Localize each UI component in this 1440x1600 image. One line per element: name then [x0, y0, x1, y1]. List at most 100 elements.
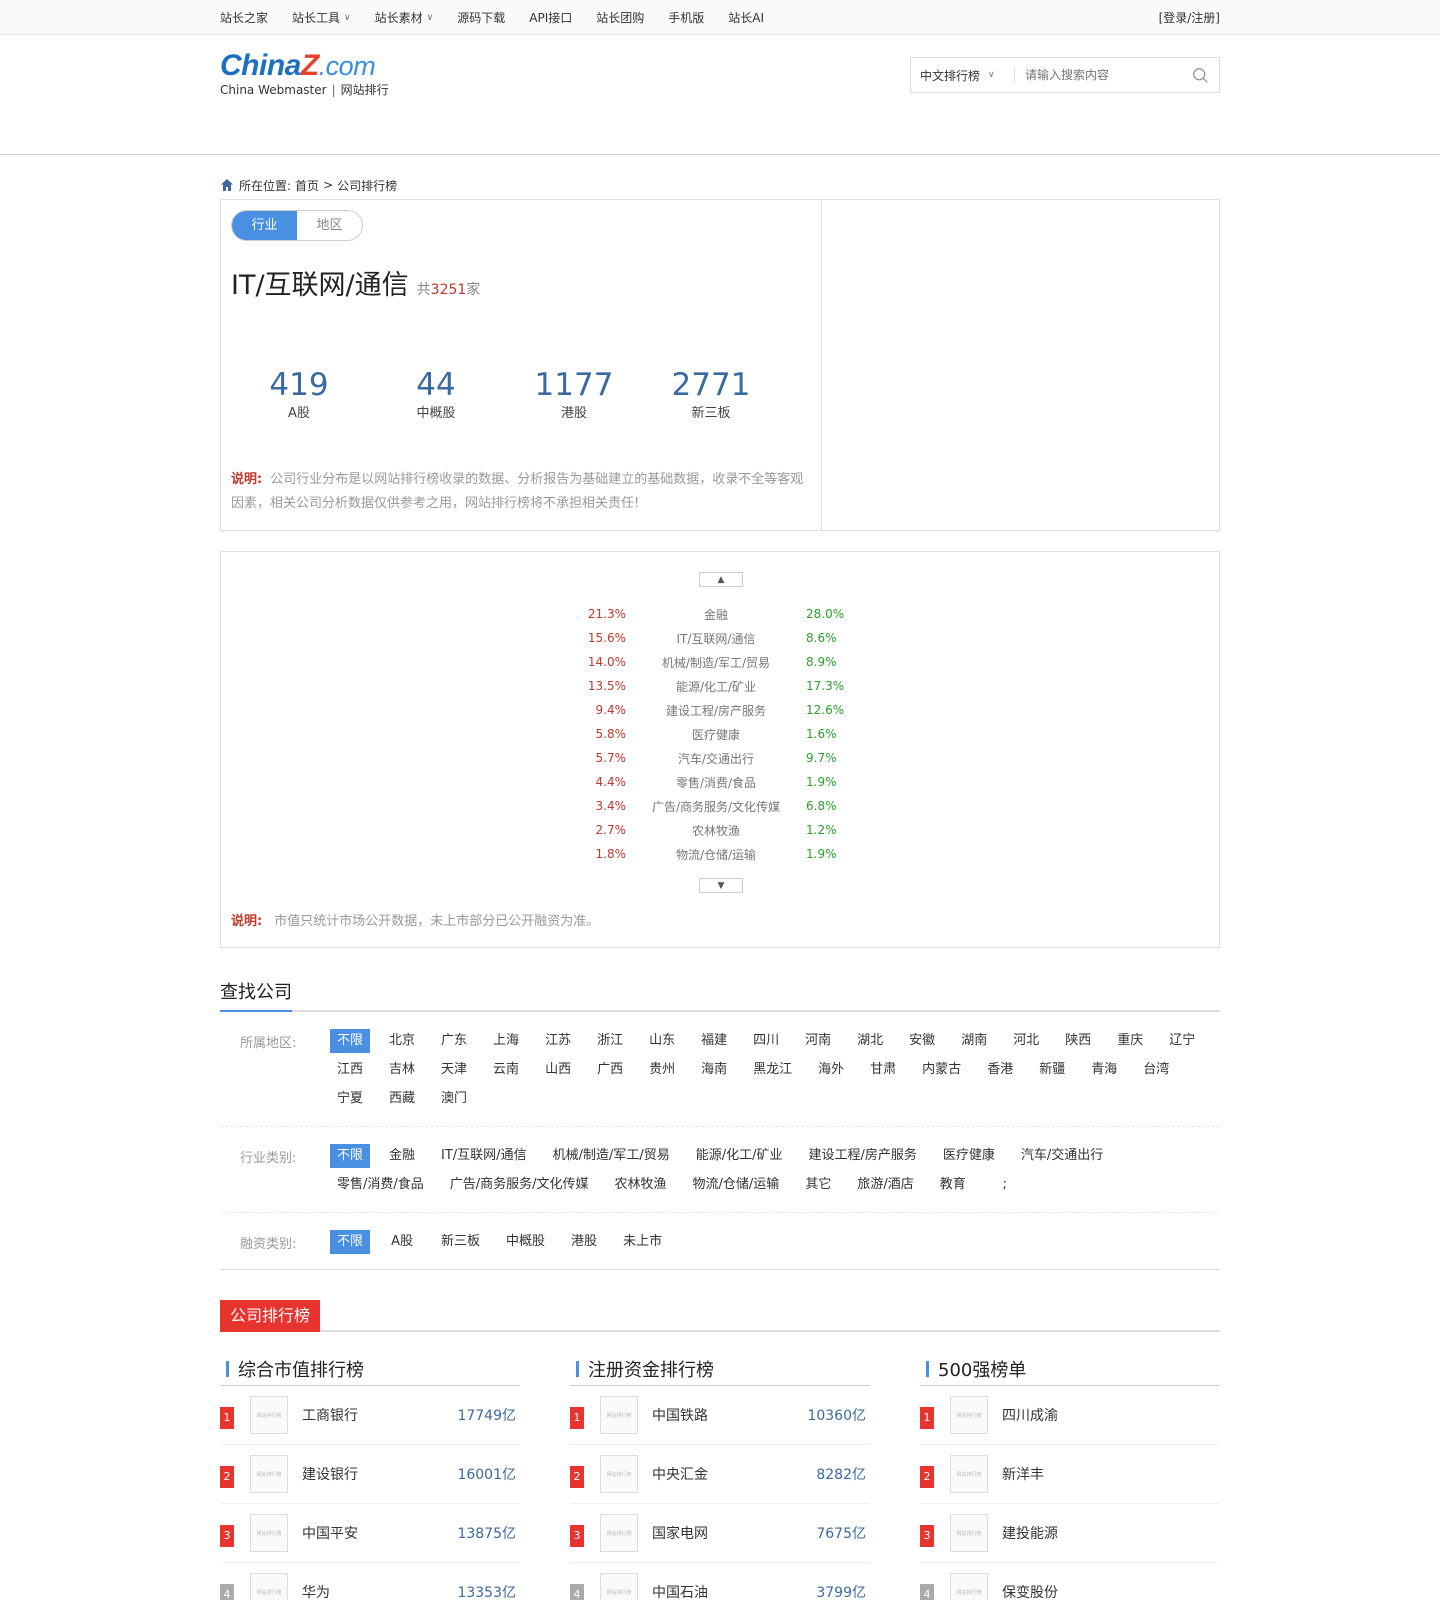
top-nav-item[interactable]: 站长之家	[220, 9, 268, 26]
region-option[interactable]: 四川	[746, 1029, 786, 1053]
distribution-row[interactable]: 13.5% 能源/化工/矿业 17.3%	[521, 674, 861, 698]
region-option[interactable]: 海南	[694, 1058, 734, 1082]
distribution-row[interactable]: 5.8% 医疗健康 1.6%	[521, 722, 861, 746]
industry-option[interactable]: 广告/商务服务/文化传媒	[443, 1173, 596, 1197]
region-option[interactable]: 湖北	[850, 1029, 890, 1053]
industry-option[interactable]: 金融	[382, 1144, 422, 1168]
region-option[interactable]: 吉林	[382, 1058, 422, 1082]
ranking-row[interactable]: 4 网站排行榜 中国石油 3799亿	[570, 1563, 870, 1600]
region-option[interactable]: 陕西	[1058, 1029, 1098, 1053]
search-icon[interactable]	[1192, 67, 1209, 84]
company-name[interactable]: 中央汇金	[652, 1464, 708, 1484]
region-option[interactable]: 福建	[694, 1029, 734, 1053]
industry-option[interactable]: 医疗健康	[936, 1144, 1002, 1168]
ranking-row[interactable]: 3 网站排行榜 中国平安 13875亿	[220, 1504, 520, 1563]
finance-option[interactable]: 港股	[564, 1230, 604, 1254]
distribution-row[interactable]: 3.4% 广告/商务服务/文化传媒 6.8%	[521, 794, 861, 818]
ranking-row[interactable]: 3 网站排行榜 建投能源	[920, 1504, 1220, 1563]
region-option[interactable]: 云南	[486, 1058, 526, 1082]
ranking-row[interactable]: 2 网站排行榜 新洋丰	[920, 1445, 1220, 1504]
region-option[interactable]: 香港	[980, 1058, 1020, 1082]
stat-item[interactable]: 1177 港股	[514, 368, 634, 421]
chinaz-logo[interactable]: ChinaZ.com China Webmaster | 网站排行	[220, 49, 389, 98]
region-option[interactable]: 青海	[1084, 1058, 1124, 1082]
stat-item[interactable]: 419 A股	[239, 368, 359, 421]
region-option[interactable]: 河南	[798, 1029, 838, 1053]
region-option[interactable]: 上海	[486, 1029, 526, 1053]
region-option[interactable]: 北京	[382, 1029, 422, 1053]
tab-industry[interactable]: 行业	[232, 211, 297, 240]
distribution-row[interactable]: 9.4% 建设工程/房产服务 12.6%	[521, 698, 861, 722]
breadcrumb-home-link[interactable]: 首页	[295, 177, 319, 194]
company-name[interactable]: 国家电网	[652, 1523, 708, 1543]
company-name[interactable]: 中国铁路	[652, 1405, 708, 1425]
region-option[interactable]: 甘肃	[863, 1058, 903, 1082]
top-nav-item[interactable]: 站长AI	[728, 9, 764, 26]
top-nav-item[interactable]: 手机版	[668, 9, 704, 26]
region-option[interactable]: 新疆	[1032, 1058, 1072, 1082]
region-option[interactable]: 重庆	[1110, 1029, 1150, 1053]
region-option[interactable]: 江西	[330, 1058, 370, 1082]
region-option[interactable]: 辽宁	[1162, 1029, 1202, 1053]
finance-option[interactable]: 未上市	[616, 1230, 669, 1254]
distribution-row[interactable]: 15.6% IT/互联网/通信 8.6%	[521, 626, 861, 650]
industry-option[interactable]: 教育	[933, 1173, 973, 1197]
industry-option[interactable]: 旅游/酒店	[850, 1173, 920, 1197]
industry-option[interactable]: 农林牧渔	[608, 1173, 674, 1197]
search-input[interactable]	[1015, 68, 1185, 82]
industry-option[interactable]: 物流/仓储/运输	[686, 1173, 787, 1197]
distribution-row[interactable]: 1.8% 物流/仓储/运输 1.9%	[521, 842, 861, 866]
region-option[interactable]: 西藏	[382, 1087, 422, 1111]
top-nav-item[interactable]: 站长素材 ∨	[375, 9, 434, 26]
ranking-row[interactable]: 3 网站排行榜 国家电网 7675亿	[570, 1504, 870, 1563]
region-option[interactable]: 澳门	[434, 1087, 474, 1111]
region-option[interactable]: 天津	[434, 1058, 474, 1082]
region-option[interactable]: 安徽	[902, 1029, 942, 1053]
region-option[interactable]: 海外	[811, 1058, 851, 1082]
search-type-select[interactable]: 中文排行榜 ∨	[911, 68, 1015, 83]
region-option[interactable]: 浙江	[590, 1029, 630, 1053]
ranking-row[interactable]: 4 网站排行榜 保变股份	[920, 1563, 1220, 1600]
industry-option[interactable]: 机械/制造/军工/贸易	[546, 1144, 677, 1168]
company-name[interactable]: 建设银行	[302, 1464, 358, 1484]
ranking-row[interactable]: 4 网站排行榜 华为 13353亿	[220, 1563, 520, 1600]
top-nav-item[interactable]: API接口	[529, 9, 572, 26]
scroll-down-button[interactable]: ▼	[699, 878, 743, 893]
region-option[interactable]: 台湾	[1136, 1058, 1176, 1082]
region-option[interactable]: 不限	[330, 1029, 371, 1053]
distribution-row[interactable]: 14.0% 机械/制造/军工/贸易 8.9%	[521, 650, 861, 674]
finance-option[interactable]: 新三板	[434, 1230, 487, 1254]
industry-option[interactable]: 汽车/交通出行	[1014, 1144, 1110, 1168]
distribution-row[interactable]: 2.7% 农林牧渔 1.2%	[521, 818, 861, 842]
region-option[interactable]: 贵州	[642, 1058, 682, 1082]
finance-option[interactable]: A股	[382, 1230, 422, 1254]
login-register-link[interactable]: [登录/注册]	[1159, 9, 1220, 26]
industry-option[interactable]: 建设工程/房产服务	[801, 1144, 923, 1168]
region-option[interactable]: 山东	[642, 1029, 682, 1053]
company-name[interactable]: 新洋丰	[1002, 1464, 1044, 1484]
top-nav-item[interactable]: 源码下载	[457, 9, 505, 26]
top-nav-item[interactable]: 站长工具 ∨	[292, 9, 351, 26]
region-option[interactable]: 湖南	[954, 1029, 994, 1053]
distribution-row[interactable]: 4.4% 零售/消费/食品 1.9%	[521, 770, 861, 794]
region-option[interactable]: 黑龙江	[746, 1058, 799, 1082]
distribution-row[interactable]: 21.3% 金融 28.0%	[521, 602, 861, 626]
ranking-row[interactable]: 1 网站排行榜 四川成渝	[920, 1386, 1220, 1445]
top-nav-item[interactable]: 站长团购	[596, 9, 644, 26]
company-name[interactable]: 保变股份	[1002, 1582, 1058, 1600]
company-name[interactable]: 中国平安	[302, 1523, 358, 1543]
industry-option[interactable]: 零售/消费/食品	[330, 1173, 431, 1197]
company-name[interactable]: 建投能源	[1002, 1523, 1058, 1543]
company-name[interactable]: 中国石油	[652, 1582, 708, 1600]
industry-option[interactable]: IT/互联网/通信	[434, 1144, 534, 1168]
region-option[interactable]: 广东	[434, 1029, 474, 1053]
region-option[interactable]: 内蒙古	[915, 1058, 968, 1082]
ranking-row[interactable]: 1 网站排行榜 工商银行 17749亿	[220, 1386, 520, 1445]
company-name[interactable]: 四川成渝	[1002, 1405, 1058, 1425]
ranking-row[interactable]: 1 网站排行榜 中国铁路 10360亿	[570, 1386, 870, 1445]
company-name[interactable]: 华为	[302, 1582, 330, 1600]
distribution-row[interactable]: 5.7% 汽车/交通出行 9.7%	[521, 746, 861, 770]
scroll-up-button[interactable]: ▲	[699, 572, 743, 587]
ranking-row[interactable]: 2 网站排行榜 建设银行 16001亿	[220, 1445, 520, 1504]
tab-region[interactable]: 地区	[297, 211, 362, 240]
